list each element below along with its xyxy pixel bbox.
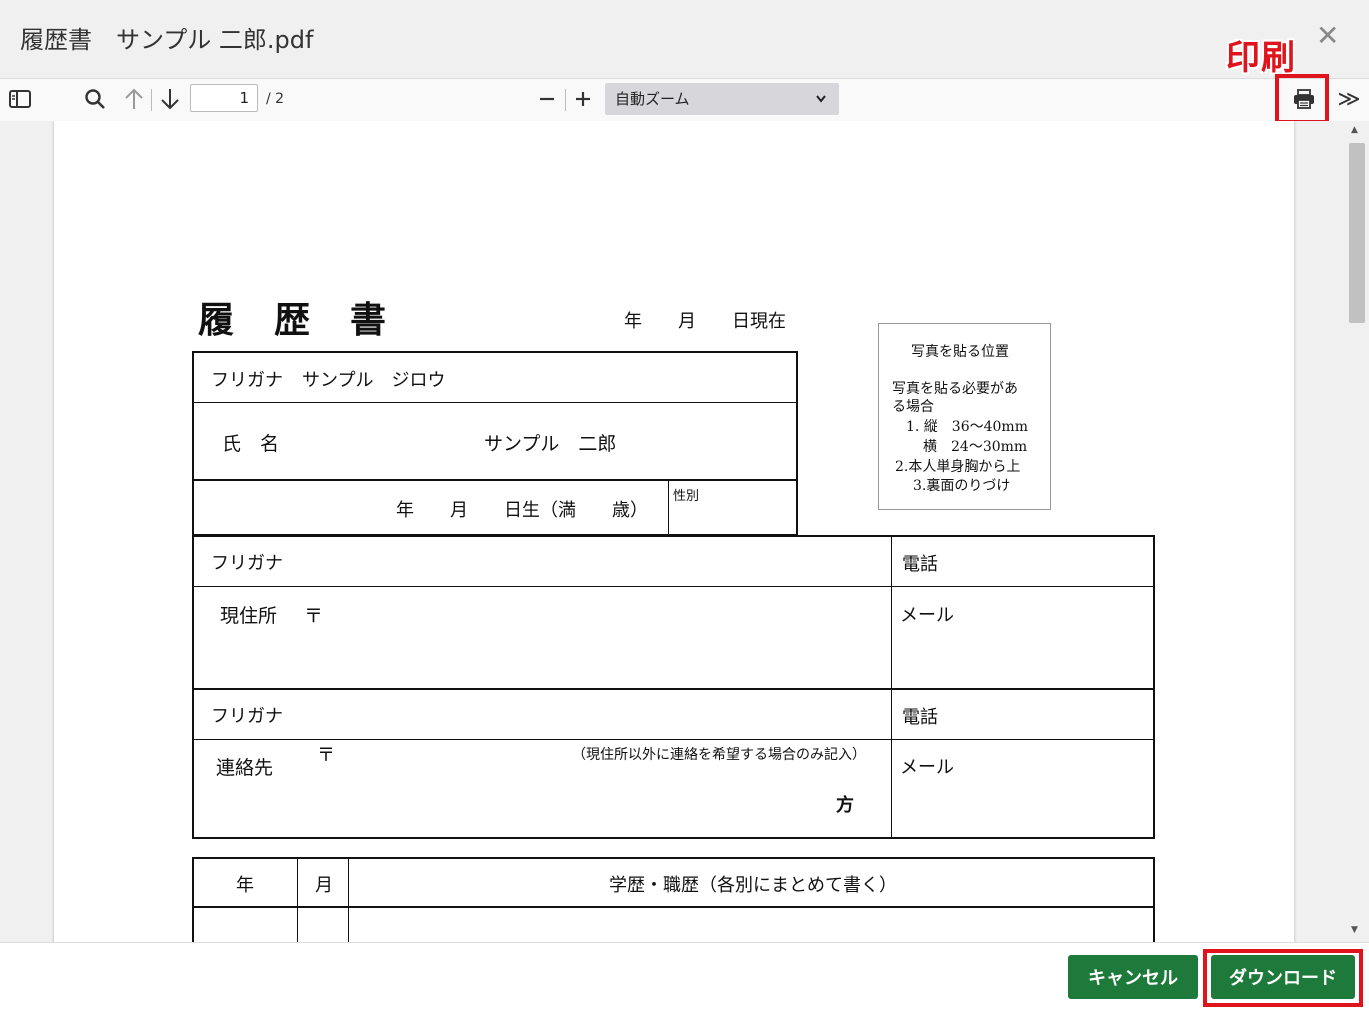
address-mail-label: メール (900, 605, 954, 626)
birth-date-label: 年 月 日生（満 歳） (396, 500, 648, 521)
print-annotation-label: 印刷 (1226, 38, 1296, 78)
resume-heading: 履 歴 書 (198, 299, 389, 341)
contact-phone-label: 電話 (902, 707, 938, 728)
zoom-in-icon[interactable] (572, 85, 594, 113)
divider (668, 480, 669, 536)
photo-note-line: 写真を貼る必要があ (892, 381, 1018, 397)
scroll-up-icon[interactable]: ▲ (1351, 125, 1358, 135)
photo-note-line: 2.本人単身胸から上 (895, 459, 1021, 475)
zoom-select[interactable]: 自動ズーム (605, 83, 839, 115)
photo-note-line: 横 24～30mm (923, 439, 1028, 455)
page-count: / 2 (266, 91, 285, 107)
vertical-scrollbar[interactable]: ▲ ▼ (1341, 121, 1369, 942)
contact-mail-label: メール (900, 757, 954, 778)
cancel-button[interactable]: キャンセル (1068, 955, 1198, 999)
previous-page-icon[interactable] (122, 85, 146, 113)
gender-label: 性別 (673, 489, 700, 504)
history-table (192, 857, 1155, 942)
name-label: 氏 名 (222, 433, 280, 455)
divider (192, 688, 1155, 690)
photo-placeholder: 写真を貼る位置 写真を貼る必要があ る場合 1. 縦 36～40mm 横 24～… (878, 323, 1051, 510)
more-tools-icon[interactable]: ≫ (1336, 85, 1362, 113)
divider (891, 536, 892, 838)
divider (297, 858, 298, 942)
pdf-viewer[interactable]: 履 歴 書 年 月 日現在 写真を貼る位置 写真を貼る必要があ る場合 1. 縦… (0, 121, 1341, 942)
history-content-header: 学歴・職歴（各別にまとめて書く） (609, 875, 897, 896)
postal-mark: 〒 (304, 605, 324, 627)
page-number-input[interactable]: 1 (190, 84, 258, 112)
current-address-label: 現住所 (220, 605, 278, 627)
scrollbar-thumb[interactable] (1349, 143, 1365, 323)
divider (348, 858, 349, 942)
photo-note-line: る場合 (892, 399, 934, 415)
pdf-page: 履 歴 書 年 月 日現在 写真を貼る位置 写真を貼る必要があ る場合 1. 縦… (54, 121, 1294, 942)
photo-note-line: 1. 縦 36～40mm (906, 419, 1028, 435)
dialog-titlebar: 履歴書 サンプル 二郎.pdf 印刷 ✕ (0, 0, 1369, 78)
divider (192, 479, 798, 481)
toolbar-separator (151, 89, 152, 111)
zoom-out-icon[interactable] (536, 85, 558, 113)
close-button[interactable]: ✕ (1316, 22, 1339, 50)
contact-label: 連絡先 (216, 757, 274, 779)
address-phone-label: 電話 (902, 554, 938, 575)
name-value: サンプル 二郎 (484, 433, 617, 455)
address-furigana-label: フリガナ (211, 553, 283, 574)
contact-suffix: 方 (836, 795, 854, 816)
divider (192, 586, 1155, 587)
contact-postal-mark: 〒 (317, 745, 335, 766)
photo-note-line: 3.裏面のりづけ (913, 478, 1011, 494)
search-icon[interactable] (82, 85, 108, 113)
history-month-header: 月 (315, 875, 333, 896)
divider (192, 402, 798, 403)
divider (192, 906, 1155, 908)
scroll-down-icon[interactable]: ▼ (1351, 925, 1358, 935)
print-highlight-box (1275, 74, 1329, 124)
date-as-of: 年 月 日現在 (624, 311, 786, 332)
sidebar-toggle-icon[interactable] (8, 85, 32, 113)
address-section (192, 535, 1155, 839)
history-year-header: 年 (236, 875, 254, 896)
document-title: 履歴書 サンプル 二郎.pdf (20, 26, 314, 54)
next-page-icon[interactable] (158, 85, 182, 113)
contact-furigana-label: フリガナ (211, 706, 283, 727)
divider (192, 739, 1155, 740)
furigana-value: サンプル ジロウ (302, 370, 446, 391)
download-highlight-box (1203, 949, 1363, 1007)
contact-note: （現住所以外に連絡を希望する場合のみ記入） (572, 747, 866, 763)
pdf-toolbar: 1 / 2 自動ズーム ≫ (0, 78, 1369, 122)
dialog-footer: キャンセル ダウンロード (0, 942, 1369, 1011)
toolbar-separator (565, 89, 566, 111)
zoom-select-value: 自動ズーム (615, 90, 690, 108)
furigana-label: フリガナ (211, 370, 283, 391)
photo-title: 写真を貼る位置 (911, 344, 1009, 360)
